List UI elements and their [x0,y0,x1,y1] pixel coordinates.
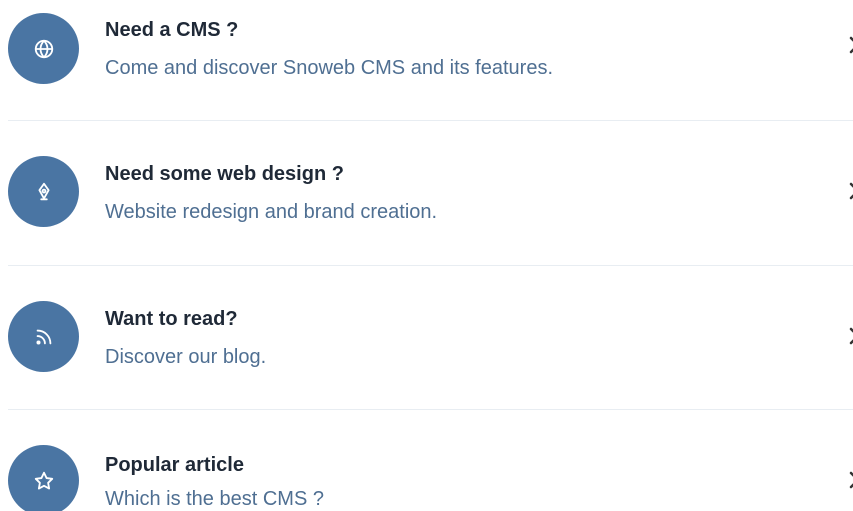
globe-icon [8,13,79,84]
chevron-right-icon [843,468,853,492]
list-item-cms[interactable]: Need a CMS ? Come and discover Snoweb CM… [0,0,853,120]
list-item-popular-article[interactable]: Popular article Which is the best CMS ? [0,410,853,511]
list-item-blog[interactable]: Want to read? Discover our blog. [0,266,853,386]
star-icon [8,445,79,511]
item-description: Website redesign and brand creation. [105,201,438,223]
item-title: Popular article [105,454,244,476]
list-item-web-design[interactable]: Need some web design ? Website redesign … [0,121,853,241]
navigation-list: Need a CMS ? Come and discover Snoweb CM… [0,0,853,511]
item-description: Which is the best CMS ? [105,488,324,510]
chevron-right-icon [843,324,853,348]
item-description: Discover our blog. [105,346,267,368]
item-title: Need some web design ? [105,163,344,185]
item-title: Want to read? [105,308,238,330]
chevron-right-icon [843,179,853,203]
chevron-right-icon [843,33,853,57]
rss-icon [8,301,79,372]
pen-tool-icon [8,156,79,227]
item-title: Need a CMS ? [105,19,239,41]
item-description: Come and discover Snoweb CMS and its fea… [105,57,553,79]
